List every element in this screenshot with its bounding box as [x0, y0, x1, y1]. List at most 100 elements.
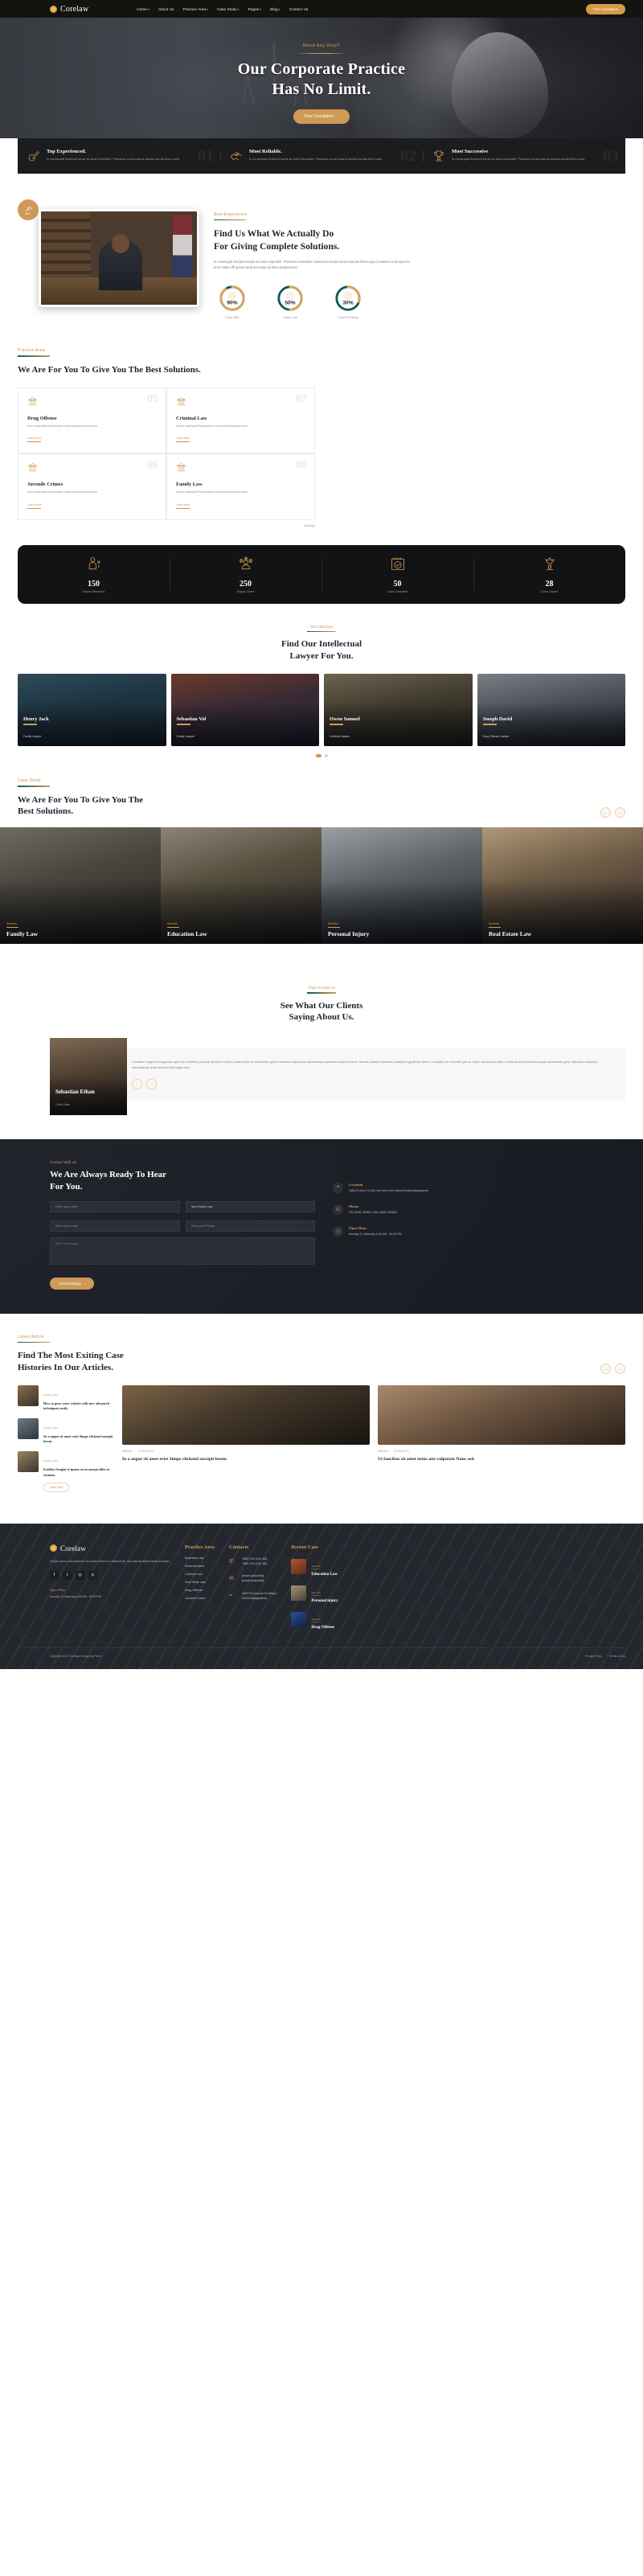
case-lost-ring-icon: 50%	[277, 285, 303, 311]
about-text: In consequat tincidunt turpis sit amet i…	[214, 259, 410, 270]
case-category: Skirmish	[489, 922, 499, 925]
carousel-dot[interactable]	[324, 754, 328, 758]
practice-card[interactable]: 06 Juvenile Crimes amet imperdiet Praese…	[18, 453, 166, 521]
footer-practice-item[interactable]: Business Law	[185, 1557, 215, 1560]
blog-mini-thumb	[18, 1451, 39, 1473]
recent-case-tag: skirmish	[311, 1618, 321, 1623]
practice-card-title: Family Law	[176, 482, 203, 488]
footer-recent-column: Recent Case skirmish Education Law skirmi…	[291, 1544, 338, 1636]
practice-more-label[interactable]: Manage	[18, 524, 315, 527]
nav-item-home[interactable]: Home▾	[137, 7, 149, 11]
team-card[interactable]: Sebastian Vol Family Lawyer	[170, 674, 319, 747]
trophy-icon	[434, 150, 444, 162]
blog-card[interactable]: Skirmish 25 May 2023 Ut faucibus sit amet…	[378, 1385, 625, 1499]
team-carousel-dots[interactable]	[0, 746, 643, 758]
message-textarea[interactable]	[50, 1237, 315, 1265]
blog-mini-item[interactable]: 25 May 2023 Its a augur sit amet erist Si…	[18, 1418, 114, 1444]
practice-learn-more-link[interactable]: Learn More	[27, 503, 42, 510]
facebook-icon[interactable]: f	[50, 1570, 59, 1580]
nav-item-case-study[interactable]: Case Study▾	[217, 7, 240, 11]
blog-mini-date: 25 May 2023	[43, 1426, 58, 1430]
footer-recent-item[interactable]: skirmish Drug Offense	[291, 1610, 338, 1630]
email-input[interactable]	[50, 1220, 180, 1232]
subject-select[interactable]: Need More Law	[185, 1200, 315, 1212]
testimonial-next-button[interactable]: →	[146, 1078, 157, 1089]
practice-card[interactable]: 07 Criminal Law Lamet imperdiet Praesent…	[166, 387, 315, 454]
feature-title: Most Successive	[452, 149, 489, 154]
team-card[interactable]: Joseph David Drug Offense Lawyer	[477, 674, 625, 747]
hero-eyebrow-rule	[296, 53, 347, 54]
case-rule	[328, 927, 340, 929]
case-card[interactable]: Skirmish Personal Injury	[322, 827, 482, 945]
instagram-icon[interactable]: ◎	[76, 1570, 84, 1580]
free-consultation-button[interactable]: Free Cosultation	[586, 3, 625, 14]
practice-learn-more-link[interactable]: Learn More	[176, 503, 190, 510]
footer-practice-item[interactable]: Juvenile Crime	[185, 1597, 215, 1600]
case-card[interactable]: Skirmish Family Law	[0, 827, 161, 945]
footer-bar-links: Privacy Policy Terms of Use	[585, 1655, 625, 1658]
team-card[interactable]: Henry Jack Family Lawyer	[18, 674, 166, 747]
courthouse-icon	[176, 396, 186, 405]
recent-case-title: Personal injury	[311, 1598, 338, 1603]
contact-title-line1: We Are Always Ready To Hear	[50, 1170, 166, 1180]
case-card[interactable]: Skirmish Education Law	[161, 827, 322, 945]
phone-input[interactable]	[185, 1220, 315, 1232]
feature-number: 02	[400, 147, 416, 165]
footer-recent-item[interactable]: skirmish Education Law	[291, 1557, 338, 1577]
blog-next-button[interactable]: →	[615, 1364, 625, 1375]
practice-learn-more-link[interactable]: Learn More	[27, 437, 42, 443]
recent-case-tag: skirmish	[311, 1591, 321, 1597]
blog-learn-more-button[interactable]: Learn More	[43, 1482, 70, 1492]
team-role: Criminal Lawyer	[330, 735, 350, 739]
testimonial-title-line2: Saying About Us.	[289, 1012, 354, 1023]
team-title: Find Our Intellectual Lawyer For You.	[0, 638, 643, 662]
brand-logo[interactable]: Corelaw	[50, 5, 88, 14]
blog-prev-button[interactable]: ←	[600, 1364, 611, 1375]
footer-practice-item[interactable]: Criminal Law	[185, 1573, 215, 1576]
team-card[interactable]: Owen Samuel Criminal Lawyer	[324, 674, 473, 747]
blog-card[interactable]: Skirmish 25 May 2023 In a augur sit amet …	[122, 1385, 370, 1499]
terms-of-use-link[interactable]: Terms of Use	[609, 1655, 625, 1658]
privacy-policy-link[interactable]: Privacy Policy	[585, 1655, 602, 1658]
footer-socials: f t ◎ p	[50, 1570, 170, 1580]
testimonial-prev-button[interactable]: ←	[132, 1078, 142, 1089]
practice-learn-more-link[interactable]: Learn More	[176, 437, 190, 443]
case-category: Skirmish	[6, 922, 17, 925]
team-role: Family Lawyer	[176, 735, 195, 739]
pinterest-icon[interactable]: p	[88, 1570, 97, 1580]
stat-label: Expert Attorneys	[82, 590, 105, 594]
about-media	[18, 199, 203, 307]
practice-card[interactable]: 08 Family Law Lamet imperdiet Praesentul…	[166, 453, 315, 521]
send-message-button[interactable]: Send Message →	[50, 1277, 95, 1290]
practice-card-title: Juvenile Crimes	[27, 482, 63, 488]
footer-practice-item[interactable]: Real State Law	[185, 1581, 215, 1584]
nav-item-pages[interactable]: Pages▾	[248, 7, 261, 11]
footer-logo[interactable]: Corelaw	[50, 1544, 170, 1553]
nav-item-contact-us[interactable]: Contact Us	[289, 7, 309, 11]
flag-backdrop	[173, 215, 192, 282]
nav-item-about-us[interactable]: About Us	[158, 7, 174, 11]
case-next-button[interactable]: →	[615, 807, 625, 818]
blog-mini-item[interactable]: 25 May 2023 How to grow your website with…	[18, 1385, 114, 1411]
practice-card-title: Criminal Law	[176, 415, 207, 421]
chevron-down-icon: ▾	[207, 7, 209, 11]
case-study-heading: Case Study We Are For You To Give You Th…	[0, 757, 643, 818]
case-card[interactable]: Skirmish Real Estate Law	[482, 827, 643, 945]
case-pending-ring-icon: 30%	[335, 285, 361, 311]
stat-number: 28	[545, 580, 554, 589]
footer-practice-item[interactable]: Drug Offense	[185, 1589, 215, 1592]
case-prev-button[interactable]: ←	[600, 807, 611, 818]
carousel-dot-active[interactable]	[315, 754, 322, 758]
blog-mini-item[interactable]: 25 May 2023 Fasilisys feugiat et ipsum si…	[18, 1451, 114, 1492]
nav-item-practice-area[interactable]: Practice Area▾	[183, 7, 209, 11]
footer-recent-item[interactable]: skirmish Personal injury	[291, 1583, 338, 1603]
contact-section: Contact With Us We Are Always Ready To H…	[0, 1139, 643, 1314]
about-kicker-rule	[214, 219, 246, 221]
hero-consultation-button[interactable]: Free Cosultation →	[293, 109, 350, 125]
practice-grid: 05 Drug Offense amet imperdiet Praesentu…	[18, 387, 315, 521]
practice-card[interactable]: 05 Drug Offense amet imperdiet Praesentu…	[18, 387, 166, 454]
nav-item-blog[interactable]: Blog▾	[270, 7, 281, 11]
name-input[interactable]	[50, 1200, 180, 1212]
footer-practice-item[interactable]: Work Accident	[185, 1565, 215, 1568]
twitter-icon[interactable]: t	[63, 1570, 72, 1580]
